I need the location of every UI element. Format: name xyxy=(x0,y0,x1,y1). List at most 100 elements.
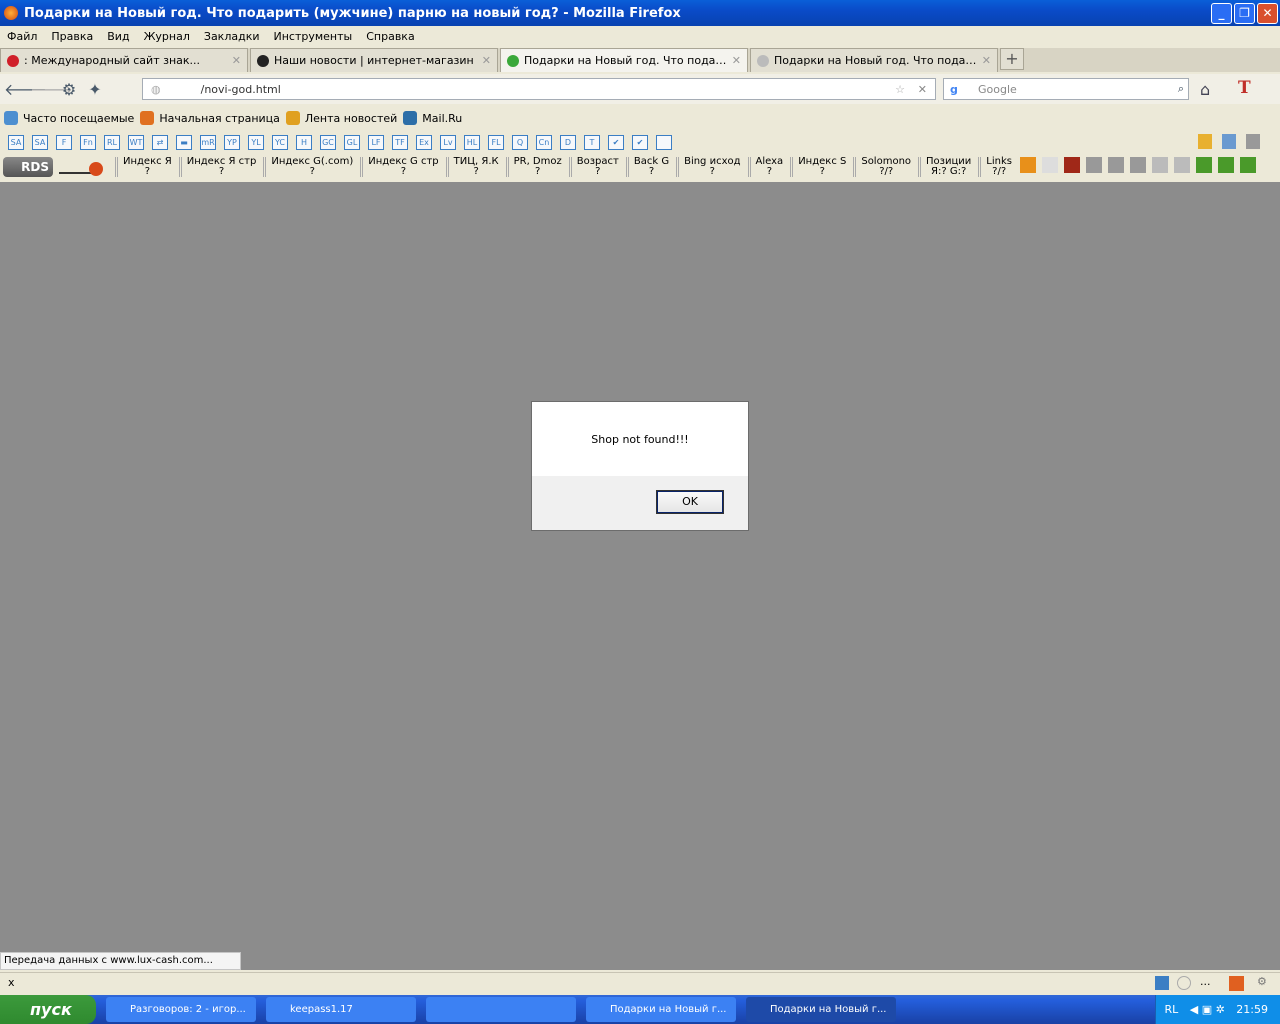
seo-metric[interactable]: Индекс Я стр? xyxy=(178,157,262,177)
close-addon-bar-button[interactable]: x xyxy=(8,976,15,989)
taskbar-button[interactable]: keepass1.17 xyxy=(266,997,416,1022)
seo-tool-button[interactable]: TF xyxy=(392,134,408,150)
seo-metric[interactable]: Индекс G(.com)? xyxy=(263,157,358,177)
seo-metric[interactable]: Solomono ?/? xyxy=(853,157,916,177)
toolbar-icon[interactable] xyxy=(1086,157,1102,173)
tab-close-icon[interactable]: ✕ xyxy=(982,54,991,67)
menu-item[interactable]: Файл xyxy=(0,30,44,43)
rds-button[interactable]: RDS xyxy=(3,157,53,177)
seo-tool-button[interactable]: Fn xyxy=(80,134,96,150)
close-button[interactable]: ✕ xyxy=(1257,3,1278,24)
seo-tool-button[interactable]: mR xyxy=(200,134,216,150)
rds-play-button[interactable] xyxy=(59,160,103,176)
seo-tool-button[interactable]: ⇄ xyxy=(152,134,168,150)
extension-menu-icon[interactable]: ✦ xyxy=(82,80,108,99)
restore-button[interactable]: ❐ xyxy=(1234,3,1255,24)
addon-gear-icon[interactable]: ⚙ xyxy=(1257,975,1267,988)
bookmark-item[interactable]: Часто посещаемые xyxy=(4,111,134,125)
toolbar-icon[interactable] xyxy=(1218,157,1234,173)
stop-icon[interactable]: ✕ xyxy=(918,83,927,96)
seo-tool-button[interactable]: HL xyxy=(464,134,480,150)
toolbar-icon[interactable] xyxy=(1196,157,1212,173)
seo-tool-button[interactable]: Lv xyxy=(440,134,456,150)
seo-tool-button[interactable]: LF xyxy=(368,134,384,150)
sape-icon[interactable] xyxy=(1155,976,1169,990)
overflow-dots[interactable]: ... xyxy=(1200,975,1211,988)
toolbar-icon[interactable] xyxy=(1240,157,1256,173)
forward-button[interactable]: 🡒 xyxy=(30,79,73,99)
tab[interactable]: : Международный сайт знак... ✕ xyxy=(0,48,248,72)
search-input[interactable]: g Google ⌕ xyxy=(943,78,1189,100)
taskbar-button[interactable]: Разговоров: 2 - игор... xyxy=(106,997,256,1022)
seo-metric[interactable]: Возраст? xyxy=(568,157,624,177)
seo-tool-button[interactable]: YL xyxy=(248,134,264,150)
toolbar-icon[interactable] xyxy=(1042,157,1058,173)
seo-metric[interactable]: Позиции Я:? G:? xyxy=(918,157,976,177)
tab[interactable]: Подарки на Новый год. Что подарить ... ✕ xyxy=(750,48,998,72)
language-indicator[interactable]: RL xyxy=(1164,1003,1178,1016)
bookmark-item[interactable]: Mail.Ru xyxy=(403,111,462,125)
seo-metric[interactable]: Alexa? xyxy=(747,157,789,177)
menu-item[interactable]: Вид xyxy=(100,30,136,43)
bookmark-star-icon[interactable]: ☆ xyxy=(895,83,905,96)
rds-icon[interactable] xyxy=(1229,976,1244,991)
seo-tool-button[interactable]: GL xyxy=(344,134,360,150)
seo-tool-button[interactable]: H xyxy=(296,134,312,150)
menu-item[interactable]: Правка xyxy=(44,30,100,43)
toolbar-icon[interactable] xyxy=(1064,157,1080,173)
toolbar-icon[interactable] xyxy=(1152,157,1168,173)
translate-icon[interactable]: T xyxy=(1238,78,1251,98)
seo-tool-button[interactable]: ▬ xyxy=(176,134,192,150)
menu-item[interactable]: Закладки xyxy=(197,30,267,43)
toolbar-tool-icon[interactable] xyxy=(1246,134,1260,149)
seo-tool-button[interactable] xyxy=(656,134,672,150)
seo-tool-button[interactable]: GC xyxy=(320,134,336,150)
start-button[interactable]: пуск xyxy=(0,995,96,1024)
seo-metric[interactable]: Индекс G стр? xyxy=(360,157,443,177)
toolbar-tool-icon[interactable] xyxy=(1198,134,1212,149)
seo-tool-button[interactable]: SA xyxy=(8,134,24,150)
address-bar[interactable]: ◍ /novi-god.html ✕ ☆ xyxy=(142,78,936,100)
menu-item[interactable]: Журнал xyxy=(137,30,197,43)
seo-tool-button[interactable]: WT xyxy=(128,134,144,150)
seo-tool-button[interactable]: Ex xyxy=(416,134,432,150)
tab-close-icon[interactable]: ✕ xyxy=(732,54,741,67)
tab[interactable]: Подарки на Новый год. Что подарить ... ✕ xyxy=(500,48,748,72)
menu-item[interactable]: Инструменты xyxy=(267,30,360,43)
toolbar-icon[interactable] xyxy=(1108,157,1124,173)
seo-tool-button[interactable]: Cn xyxy=(536,134,552,150)
seo-tool-button[interactable]: SA xyxy=(32,134,48,150)
seo-tool-button[interactable]: YC xyxy=(272,134,288,150)
home-icon[interactable]: ⌂ xyxy=(1200,80,1210,99)
seo-tool-button[interactable]: RL xyxy=(104,134,120,150)
bookmark-item[interactable]: Лента новостей xyxy=(285,111,397,125)
addon-icon[interactable]: ⚙ xyxy=(56,80,82,99)
seo-metric[interactable]: ТИЦ, Я.К? xyxy=(445,157,504,177)
tab-close-icon[interactable]: ✕ xyxy=(232,54,241,67)
seo-tool-button[interactable]: ✔ xyxy=(608,134,624,150)
google-icon[interactable]: g xyxy=(950,83,958,96)
seo-tool-button[interactable]: YP xyxy=(224,134,240,150)
seo-metric[interactable]: PR, Dmoz? xyxy=(505,157,567,177)
seo-tool-button[interactable]: F xyxy=(56,134,72,150)
taskbar-button[interactable]: Подарки на Новый г... xyxy=(746,997,896,1022)
search-icon[interactable]: ⌕ xyxy=(1178,82,1184,96)
toolbar-icon[interactable] xyxy=(1020,157,1036,173)
seo-tool-button[interactable]: FL xyxy=(488,134,504,150)
taskbar-button[interactable]: Подарки на Новый г... xyxy=(586,997,736,1022)
back-button[interactable]: 🡐 xyxy=(4,79,47,99)
seo-metric[interactable]: Back G? xyxy=(625,157,674,177)
seo-tool-button[interactable]: T xyxy=(584,134,600,150)
status-circle-icon[interactable] xyxy=(1177,976,1191,990)
seo-tool-button[interactable]: Q xyxy=(512,134,528,150)
tab-close-icon[interactable]: ✕ xyxy=(482,54,491,67)
menu-item[interactable]: Справка xyxy=(359,30,421,43)
new-tab-button[interactable]: + xyxy=(1000,48,1024,70)
seo-metric[interactable]: Links ?/? xyxy=(978,157,1017,177)
toolbar-tool-icon[interactable] xyxy=(1222,134,1236,149)
seo-metric[interactable]: Индекс Я? xyxy=(115,157,177,177)
minimize-button[interactable]: _ xyxy=(1211,3,1232,24)
seo-tool-button[interactable]: D xyxy=(560,134,576,150)
toolbar-icon[interactable] xyxy=(1130,157,1146,173)
seo-metric[interactable]: Индекс S? xyxy=(790,157,851,177)
